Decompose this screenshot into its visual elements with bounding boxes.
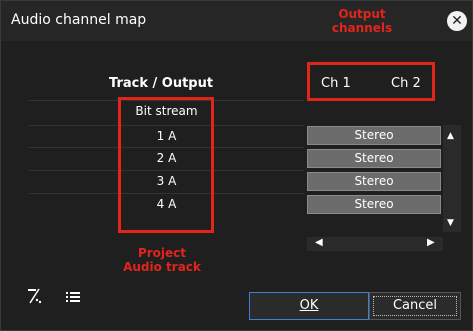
- annotation-line: Project: [137, 246, 187, 260]
- channel-mapping-cell[interactable]: Stereo: [307, 172, 441, 191]
- scroll-right-icon[interactable]: ▶: [427, 237, 435, 248]
- channel-mapping-cell[interactable]: Stereo: [307, 195, 441, 214]
- vertical-scrollbar[interactable]: ▲ ▼: [443, 125, 461, 232]
- list-icon[interactable]: [65, 289, 81, 305]
- window-title: Audio channel map: [11, 12, 147, 28]
- auto-map-icon[interactable]: [25, 287, 43, 305]
- annotation-line: Output: [338, 7, 386, 21]
- column-header-track-output: Track / Output: [109, 76, 214, 91]
- annotation-line: Audio track: [123, 260, 201, 274]
- close-button[interactable]: ✕: [447, 11, 467, 31]
- channel-header-1: Ch 1: [321, 76, 351, 91]
- project-audio-track-annotation: Project Audio track: [107, 246, 217, 274]
- project-audio-track-highlight: [118, 97, 214, 233]
- annotation-line: channels: [331, 21, 393, 35]
- scroll-up-icon[interactable]: ▲: [447, 131, 454, 141]
- horizontal-scrollbar[interactable]: ◀ ▶: [307, 237, 443, 251]
- ok-button-label: OK: [299, 298, 319, 313]
- channel-mapping-cell[interactable]: Stereo: [307, 149, 441, 168]
- channel-mapping-cell[interactable]: Stereo: [307, 126, 441, 145]
- ok-button[interactable]: OK: [249, 292, 369, 320]
- close-icon: ✕: [451, 13, 463, 29]
- audio-channel-map-dialog: Audio channel map ✕ Output channels Trac…: [0, 0, 473, 331]
- channel-header-2: Ch 2: [391, 76, 421, 91]
- output-channels-annotation: Output channels: [317, 7, 407, 35]
- cancel-button[interactable]: Cancel: [369, 292, 461, 320]
- focus-ring: [373, 296, 457, 316]
- scroll-down-icon[interactable]: ▼: [447, 218, 454, 228]
- scroll-left-icon[interactable]: ◀: [315, 237, 323, 248]
